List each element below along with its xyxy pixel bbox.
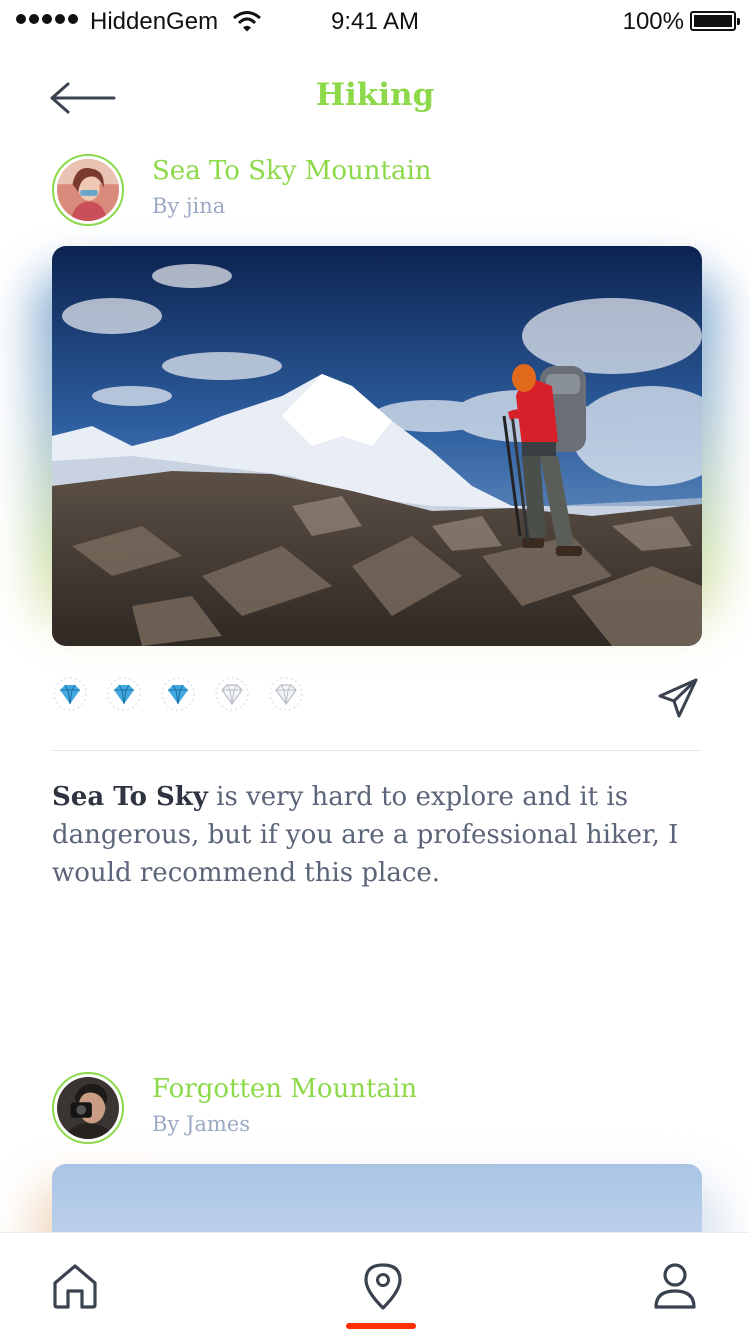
divider [52, 750, 702, 751]
home-icon[interactable] [50, 1261, 100, 1311]
post-title[interactable]: Sea To Sky Mountain [152, 156, 432, 186]
avatar[interactable] [52, 1072, 124, 1144]
avatar-image [57, 159, 119, 221]
diamond-outline-icon[interactable] [268, 676, 304, 712]
user-icon[interactable] [650, 1261, 700, 1311]
paper-plane-icon[interactable] [656, 676, 700, 720]
post-author[interactable]: By jina [152, 194, 225, 218]
tab-bar [0, 1232, 750, 1334]
post-title[interactable]: Forgotten Mountain [152, 1074, 417, 1104]
status-bar: HiddenGem 9:41 AM 100% [0, 0, 750, 44]
diamond-icon[interactable] [52, 676, 88, 712]
page-title: Hiking [315, 77, 435, 113]
battery-icon [690, 11, 740, 31]
post-author[interactable]: By James [152, 1112, 250, 1136]
active-tab-indicator [346, 1323, 416, 1329]
post-header[interactable]: Forgotten Mountain By James [52, 1072, 702, 1144]
battery-percentage: 100% [622, 8, 684, 35]
post-image[interactable] [52, 246, 702, 646]
rating[interactable] [52, 676, 304, 712]
map-pin-icon[interactable] [358, 1261, 408, 1311]
avatar-image [57, 1077, 119, 1139]
avatar[interactable] [52, 154, 124, 226]
description-highlight: Sea To Sky [52, 782, 208, 812]
mountain-photo [52, 246, 702, 646]
diamond-icon[interactable] [160, 676, 196, 712]
diamond-outline-icon[interactable] [214, 676, 250, 712]
diamond-icon[interactable] [106, 676, 142, 712]
post-description: Sea To Sky is very hard to explore and i… [52, 778, 702, 892]
post-header[interactable]: Sea To Sky Mountain By jina [52, 154, 702, 226]
